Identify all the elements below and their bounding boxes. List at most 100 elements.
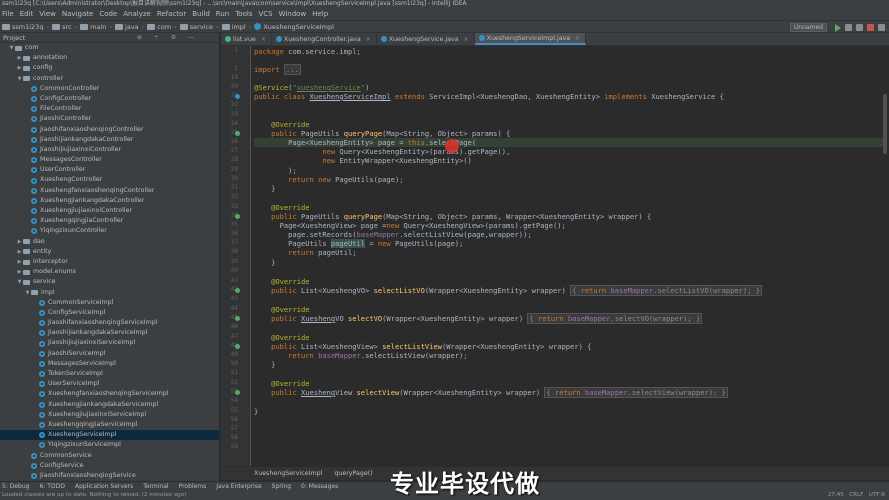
file-encoding[interactable]: UTF-8 [869,492,885,498]
stop-icon[interactable] [867,24,874,31]
tool-window-button[interactable]: 6: TODO [39,483,64,490]
override-icon[interactable] [235,316,240,321]
breadcrumb-item[interactable]: impl › [221,23,251,31]
tree-class-item[interactable]: TokenServiceImpl [0,369,219,379]
tree-class-item[interactable]: ConfigController [0,94,219,104]
menu-item-view[interactable]: View [39,10,56,18]
menu-item-analyze[interactable]: Analyze [123,10,151,18]
override-icon[interactable] [235,288,240,293]
chevron-down-icon[interactable]: ▼ [24,288,31,298]
breadcrumb-item[interactable]: src › [52,23,77,31]
tool-window-button[interactable]: Problems [179,483,207,490]
tree-folder[interactable]: ▼ service [0,277,219,287]
override-icon[interactable] [235,131,240,136]
menu-item-build[interactable]: Build [192,10,210,18]
tree-class-item[interactable]: ConfigService [0,461,219,471]
breadcrumb-class[interactable]: XueshengServiceImpl [254,470,322,477]
tree-class-item[interactable]: XueshengfanxiaoshenqingController [0,186,219,196]
tree-class-item[interactable]: XueshengServiceImpl [0,430,219,441]
tree-class-item[interactable]: YiqingzixunServiceImpl [0,440,219,450]
tree-class-item[interactable]: XueshengqingjiaController [0,216,219,226]
editor-tab[interactable]: XueshengServiceImpl.java × [474,33,587,45]
tree-class-item[interactable]: XueshengfanxiaoshenqingServiceImpl [0,389,219,399]
menu-item-file[interactable]: File [2,10,14,18]
close-icon[interactable]: × [575,35,580,42]
caret-position[interactable]: 27:45 [828,492,844,498]
tree-class-item[interactable]: FileController [0,104,219,114]
editor-tab[interactable]: XueshengController.java × [272,33,377,45]
breadcrumb-item[interactable]: ssm1i23q › [2,23,49,31]
panel-controls[interactable]: ⊕ ÷ ⚙ — [137,34,199,41]
tool-window-button[interactable]: Application Servers [75,483,133,490]
tree-class-item[interactable]: YiqingzixunController [0,226,219,236]
tree-class-item[interactable]: JiaoshifanxiaoshenqingServiceImpl [0,318,219,328]
close-icon[interactable]: × [261,36,266,43]
tree-class-item[interactable]: XueshengjiankangdakaController [0,196,219,206]
tree-class-item[interactable]: JiaoshiController [0,114,219,124]
chevron-right-icon[interactable]: ▶ [16,257,23,267]
tree-class-item[interactable]: CommonServiceImpl [0,298,219,308]
tree-class-item[interactable]: JiaoshijiujiaxinxiController [0,145,219,155]
search-everywhere-icon[interactable] [878,24,885,31]
tree-class-item[interactable]: ConfigServiceImpl [0,308,219,318]
tree-class-item[interactable]: JiaoshijiankangdakaController [0,135,219,145]
override-icon[interactable] [235,344,240,349]
menu-item-vcs[interactable]: VCS [258,10,272,18]
menu-item-window[interactable]: Window [279,10,307,18]
tree-class-item[interactable]: MessagesController [0,155,219,165]
tree-class-item[interactable]: XueshengjiujiaxinxiController [0,206,219,216]
breadcrumb-item[interactable]: XueshengServiceImpl [254,23,334,31]
menu-item-tools[interactable]: Tools [235,10,252,18]
tree-folder[interactable]: ▶ dao [0,237,219,247]
breadcrumb-item[interactable]: java › [115,23,144,31]
override-icon[interactable] [235,390,240,395]
tree-class-item[interactable]: JiaoshijiujiaxinxiServiceImpl [0,338,219,348]
chevron-down-icon[interactable]: ▼ [16,74,23,84]
breadcrumb-item[interactable]: com › [147,23,177,31]
tree-class-item[interactable]: XueshengqingjiaServiceImpl [0,420,219,430]
chevron-right-icon[interactable]: ▶ [16,247,23,257]
tool-window-button[interactable]: 0: Messages [301,483,338,490]
menu-item-help[interactable]: Help [312,10,328,18]
tree-class-item[interactable]: JiaoshifanxiaoshenqingService [0,471,219,481]
tree-folder[interactable]: ▶ entity [0,247,219,257]
menu-item-run[interactable]: Run [216,10,229,18]
breadcrumb-item[interactable]: main › [80,23,112,31]
tool-window-debug[interactable]: 5: Debug [2,483,29,490]
tree-class-item[interactable]: MessagesServiceImpl [0,359,219,369]
close-icon[interactable]: × [366,36,371,43]
tool-window-button[interactable]: Terminal [143,483,168,490]
menu-item-navigate[interactable]: Navigate [62,10,93,18]
run-icon[interactable] [835,23,841,32]
tree-folder[interactable]: ▼ impl [0,288,219,298]
tree-class-item[interactable]: UserServiceImpl [0,379,219,389]
close-icon[interactable]: × [464,36,469,43]
debug-icon[interactable] [845,24,852,31]
project-panel-header[interactable]: Project ⊕ ÷ ⚙ — [0,33,219,43]
tree-class-item[interactable]: CommonService [0,451,219,461]
chevron-right-icon[interactable]: ▶ [16,53,23,63]
menu-item-edit[interactable]: Edit [20,10,34,18]
tree-class-item[interactable]: XueshengController [0,175,219,185]
line-separator[interactable]: CRLF [849,492,863,498]
coverage-icon[interactable] [856,24,863,31]
menu-item-code[interactable]: Code [99,10,117,18]
tree-folder[interactable]: ▶ config [0,63,219,73]
implements-icon[interactable] [235,94,240,99]
chevron-down-icon[interactable]: ▼ [8,43,15,53]
tree-class-item[interactable]: JiaoshifanxiaoshenqingController [0,125,219,135]
code-editor[interactable]: package com.service.impl; import ... @Se… [252,46,889,466]
tree-class-item[interactable]: UserController [0,165,219,175]
tool-window-button[interactable]: Spring [272,483,291,490]
tree-folder[interactable]: ▶ interceptor [0,257,219,267]
editor-tab[interactable]: XueshengService.java × [377,33,475,45]
tree-folder[interactable]: ▶ model.enums [0,267,219,277]
tool-window-button[interactable]: Java Enterprise [216,483,261,490]
chevron-right-icon[interactable]: ▶ [16,237,23,247]
tree-class-item[interactable]: JiaoshijiankangdakaServiceImpl [0,328,219,338]
editor-scrollbar[interactable] [883,94,887,154]
tree-folder[interactable]: ▶ annotation [0,53,219,63]
editor-tab[interactable]: list.vue × [221,33,272,45]
breadcrumb-item[interactable]: service › [179,23,219,31]
tree-folder[interactable]: ▼ com [0,43,219,53]
